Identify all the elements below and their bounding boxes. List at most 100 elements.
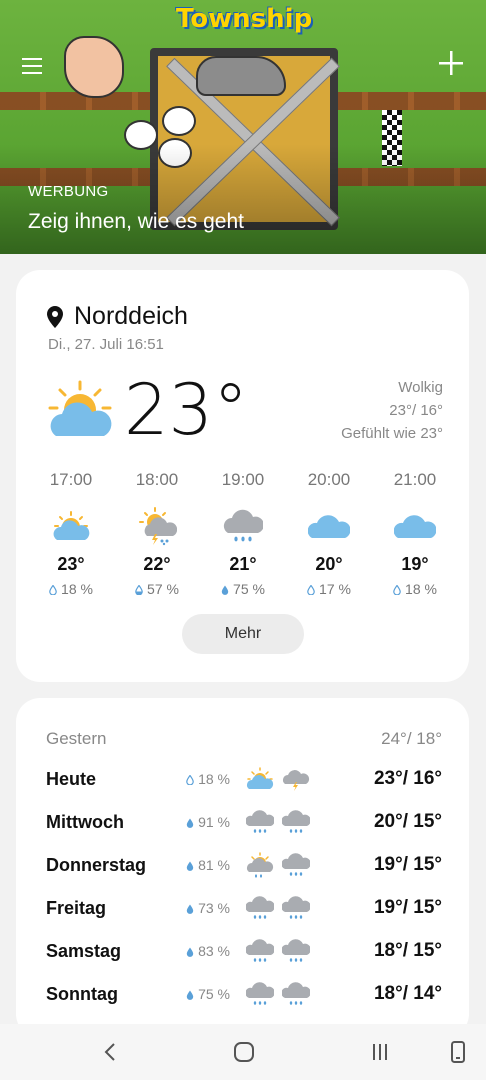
hour-temp: 23° <box>57 554 85 574</box>
hourly-item: 17:00 23° 18 % <box>28 470 114 597</box>
system-navigation-bar <box>0 1024 486 1080</box>
back-icon[interactable] <box>90 1038 130 1066</box>
township-logo: Township <box>176 4 313 34</box>
rotate-phone-icon[interactable] <box>438 1038 478 1066</box>
feels-like: Gefühlt wie 23° <box>341 425 443 442</box>
temp-range: 18°/ 14° <box>373 983 442 1004</box>
daily-row[interactable]: Mittwoch 91 % 20°/ 15° <box>46 807 442 837</box>
hour-time: 18:00 <box>135 470 179 489</box>
day-precip: 18 % <box>178 771 242 787</box>
drop-full-icon <box>186 861 194 871</box>
daily-row[interactable]: Donnerstag 81 % 19°/ 15° <box>46 850 442 880</box>
day-precip: 81 % <box>178 857 242 873</box>
day-precip: 73 % <box>178 900 242 916</box>
rain-icon <box>242 893 278 923</box>
hourly-item: 21:00 19° 18 % <box>372 470 458 597</box>
hour-temp: 20° <box>315 554 343 574</box>
daily-row[interactable]: Freitag 73 % 19°/ 15° <box>46 893 442 923</box>
temp-range: 18°/ 15° <box>373 940 442 961</box>
recents-icon[interactable] <box>360 1038 400 1066</box>
sheep-image <box>162 106 196 136</box>
ad-label: WERBUNG <box>28 183 109 200</box>
hour-time: 20:00 <box>307 470 351 489</box>
hour-time: 21:00 <box>393 470 437 489</box>
day-label: Freitag <box>46 897 107 918</box>
temp-range: 20°/ 15° <box>373 811 442 832</box>
temp-range: 19°/ 15° <box>373 897 442 918</box>
high-low-temp: 23°/ 16° <box>389 402 443 419</box>
drop-outline-icon <box>186 775 194 785</box>
location-name: Norddeich <box>74 302 188 330</box>
partly-cloudy-icon <box>28 504 114 548</box>
daily-row[interactable]: Sonntag 75 % 18°/ 14° <box>46 979 442 1009</box>
current-weather-card[interactable]: Norddeich Di., 27. Juli 16:51 23° Wolkig… <box>16 270 469 682</box>
rain-icon <box>242 807 278 837</box>
day-label: Heute <box>46 768 97 789</box>
hour-precip: 18 % <box>372 581 458 597</box>
hourly-item: 20:00 20° 17 % <box>286 470 372 597</box>
drop-full-icon <box>186 904 194 914</box>
ad-title[interactable]: Zeig ihnen, wie es geht <box>28 210 244 234</box>
partly-cloudy-icon <box>242 764 278 794</box>
day-label: Sonntag <box>46 983 118 1004</box>
rain-icon <box>242 936 278 966</box>
temp-range: 24°/ 18° <box>381 729 442 748</box>
cloudy-icon <box>372 504 458 548</box>
hour-temp: 19° <box>401 554 429 574</box>
more-button[interactable]: Mehr <box>182 614 304 654</box>
day-precip: 75 % <box>178 986 242 1002</box>
rain-icon <box>278 979 314 1009</box>
current-temperature: 23° <box>124 369 249 451</box>
condition-summary: Wolkig 23°/ 16° Gefühlt wie 23° <box>341 376 443 445</box>
wolf-image <box>196 56 286 96</box>
partly-cloudy-rain-icon <box>242 850 278 880</box>
drop-outline-icon <box>49 585 57 595</box>
rain-icon <box>278 893 314 923</box>
plus-icon[interactable] <box>438 48 464 82</box>
hour-precip: 75 % <box>200 581 286 597</box>
rain-icon <box>278 807 314 837</box>
daily-row[interactable]: Samstag 83 % 18°/ 15° <box>46 936 442 966</box>
location: Norddeich <box>46 302 188 331</box>
condition-text: Wolkig <box>398 379 443 396</box>
daily-forecast-card[interactable]: Gestern 24°/ 18° Heute 18 % 23°/ 16° Mit… <box>16 698 469 1038</box>
hourly-forecast[interactable]: 17:00 23° 18 % 18:00 22° 57 % 19:00 21° … <box>28 470 458 597</box>
day-label: Mittwoch <box>46 811 124 832</box>
yesterday-row: Gestern 24°/ 18° <box>46 724 442 754</box>
partly-cloudy-thunder-rain-icon <box>114 504 200 548</box>
rain-icon <box>200 504 286 548</box>
hour-precip: 18 % <box>28 581 114 597</box>
location-pin-icon <box>47 305 63 328</box>
drop-half-icon <box>135 585 143 595</box>
hour-time: 19:00 <box>221 470 265 489</box>
daily-row[interactable]: Heute 18 % 23°/ 16° <box>46 764 442 794</box>
temp-range: 19°/ 15° <box>373 854 442 875</box>
day-label: Gestern <box>46 729 107 748</box>
day-precip: 91 % <box>178 814 242 830</box>
rain-icon <box>242 979 278 1009</box>
day-precip: 83 % <box>178 943 242 959</box>
hour-temp: 21° <box>229 554 257 574</box>
rain-icon <box>278 850 314 880</box>
day-label: Samstag <box>46 940 122 961</box>
drop-outline-icon <box>393 585 401 595</box>
hour-time: 17:00 <box>49 470 93 489</box>
temp-range: 23°/ 16° <box>373 768 442 789</box>
hamburger-menu-icon[interactable] <box>22 56 46 79</box>
partly-cloudy-icon <box>46 380 116 440</box>
drop-outline-icon <box>307 585 315 595</box>
hour-precip: 57 % <box>114 581 200 597</box>
pointing-hand-image <box>64 36 124 98</box>
home-icon[interactable] <box>224 1038 264 1066</box>
thunder-cloud-icon <box>278 764 314 794</box>
hour-temp: 22° <box>143 554 171 574</box>
day-label: Donnerstag <box>46 854 147 875</box>
drop-full-icon <box>221 585 229 595</box>
cloudy-icon <box>286 504 372 548</box>
drop-full-icon <box>186 818 194 828</box>
hour-precip: 17 % <box>286 581 372 597</box>
date-time: Di., 27. Juli 16:51 <box>48 336 164 353</box>
ad-banner[interactable]: Township WERBUNG Zeig ihnen, wie es geht <box>0 0 486 254</box>
rain-icon <box>278 936 314 966</box>
drop-full-icon <box>186 947 194 957</box>
